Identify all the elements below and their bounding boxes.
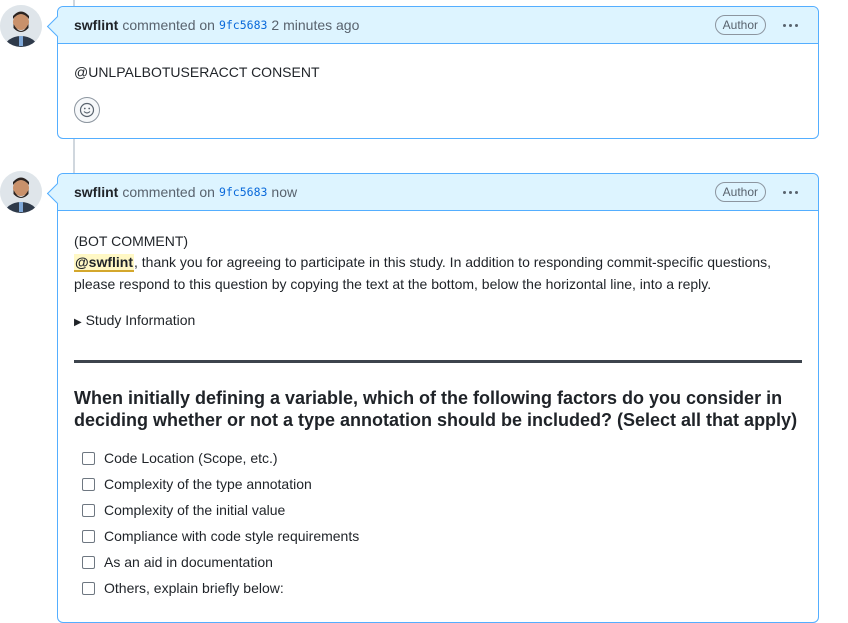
intro-text: , thank you for agreeing to participate … (74, 254, 772, 292)
option-label: Code Location (Scope, etc.) (104, 450, 278, 466)
comment-header: swflint commented on 9fc5683 now Author (58, 174, 818, 211)
avatar[interactable] (0, 5, 42, 47)
list-item: Complexity of the type annotation (82, 471, 802, 497)
option-label: Complexity of the type annotation (104, 476, 312, 492)
avatar-image (0, 5, 42, 47)
comment-action: commented on (122, 17, 215, 33)
checkbox[interactable] (82, 477, 95, 491)
comment-author[interactable]: swflint (74, 17, 118, 33)
comment-timestamp[interactable]: now (271, 184, 297, 200)
checkbox[interactable] (82, 503, 95, 517)
checkbox[interactable] (82, 581, 95, 595)
options-list: Code Location (Scope, etc.) Complexity o… (74, 445, 802, 601)
checkbox[interactable] (82, 555, 95, 569)
checkbox[interactable] (82, 529, 95, 543)
user-mention[interactable]: @swflint (74, 254, 134, 272)
list-item: Others, explain briefly below: (82, 575, 802, 601)
triangle-right-icon: ▶ (74, 317, 82, 328)
list-item: Code Location (Scope, etc.) (82, 445, 802, 471)
comment-card: swflint commented on 9fc5683 2 minutes a… (46, 6, 819, 139)
kebab-horizontal-icon[interactable] (778, 15, 802, 35)
list-item: Compliance with code style requirements (82, 523, 802, 549)
avatar-image (0, 171, 42, 213)
list-item: As an aid in documentation (82, 549, 802, 575)
list-item: Complexity of the initial value (82, 497, 802, 523)
commit-sha-link[interactable]: 9fc5683 (219, 185, 267, 199)
option-label: Complexity of the initial value (104, 502, 286, 518)
author-badge: Author (714, 15, 766, 35)
comment-body: @UNLPALBOTUSERACCT CONSENT (58, 44, 818, 139)
comment-card: swflint commented on 9fc5683 now Author … (46, 173, 819, 623)
author-badge: Author (714, 182, 766, 202)
comment-author[interactable]: swflint (74, 184, 118, 200)
comment-text: @UNLPALBOTUSERACCT CONSENT (74, 64, 320, 80)
comment-body: (BOT COMMENT) @swflint, thank you for ag… (58, 211, 818, 617)
study-info-details[interactable]: ▶ Study Information (74, 309, 802, 334)
horizontal-rule (74, 360, 802, 363)
question-heading: When initially defining a variable, whic… (74, 388, 798, 430)
intro-paragraph: @swflint, thank you for agreeing to part… (74, 251, 802, 295)
bot-comment-label: (BOT COMMENT) (74, 233, 189, 249)
comment-header: swflint commented on 9fc5683 2 minutes a… (58, 7, 818, 44)
commit-sha-link[interactable]: 9fc5683 (219, 18, 267, 32)
details-summary: Study Information (85, 312, 196, 328)
checkbox[interactable] (82, 451, 95, 465)
comment-timestamp[interactable]: 2 minutes ago (271, 17, 359, 33)
option-label: Others, explain briefly below: (104, 580, 284, 596)
option-label: As an aid in documentation (104, 554, 273, 570)
option-label: Compliance with code style requirements (104, 528, 360, 544)
kebab-horizontal-icon[interactable] (778, 182, 802, 202)
comment-action: commented on (122, 184, 215, 200)
timeline-line-middle (73, 139, 75, 173)
smiley-icon[interactable] (74, 97, 100, 123)
avatar[interactable] (0, 171, 42, 213)
